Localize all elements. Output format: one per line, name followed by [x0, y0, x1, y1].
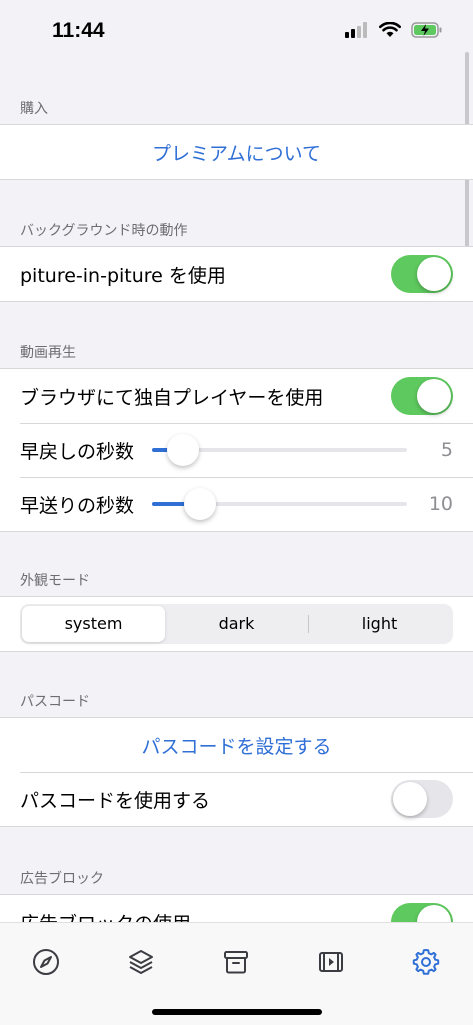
section-header-playback: 動画再生 [20, 345, 76, 361]
purchase-group: プレミアムについて [0, 124, 473, 180]
home-indicator[interactable] [152, 1009, 322, 1015]
section-header-background: バックグラウンド時の動作 [20, 223, 188, 239]
section-header-purchase: 購入 [20, 101, 48, 117]
custom-player-toggle[interactable] [391, 377, 453, 415]
use-passcode-row: パスコードを使用する [0, 772, 473, 826]
custom-player-label: ブラウザにて独自プレイヤーを使用 [20, 386, 324, 409]
background-group: piture-in-piture を使用 [0, 246, 473, 302]
use-passcode-toggle[interactable] [391, 780, 453, 818]
section-header-appearance: 外観モード [20, 573, 90, 589]
compass-icon [33, 949, 59, 975]
pip-toggle[interactable] [391, 255, 453, 293]
forward-row: 早送りの秒数 10 [0, 477, 473, 531]
use-passcode-label: パスコードを使用する [20, 789, 211, 812]
status-icons [345, 22, 443, 38]
archive-icon [224, 951, 248, 974]
rewind-value: 5 [440, 439, 453, 461]
tab-settings[interactable] [411, 947, 441, 977]
video-icon [319, 952, 343, 972]
forward-slider[interactable] [152, 488, 407, 520]
custom-player-row: ブラウザにて独自プレイヤーを使用 [0, 369, 473, 423]
set-passcode-row[interactable]: パスコードを設定する [0, 718, 473, 772]
rewind-row: 早戻しの秒数 5 [0, 423, 473, 477]
cellular-signal-icon [345, 22, 367, 38]
forward-slider-thumb[interactable] [184, 488, 217, 520]
settings-list: 購入 プレミアムについて バックグラウンド時の動作 piture-in-pitu… [0, 62, 473, 922]
adblock-label: 広告ブロックの使用 [20, 909, 391, 923]
forward-value: 10 [428, 493, 453, 515]
rewind-slider[interactable] [152, 434, 407, 466]
tab-layers[interactable] [126, 947, 156, 977]
wifi-icon [379, 22, 401, 37]
segment-light[interactable]: light [308, 606, 451, 642]
segment-system[interactable]: system [22, 606, 165, 642]
rewind-label: 早戻しの秒数 [20, 440, 135, 463]
tab-videos[interactable] [316, 947, 346, 977]
gear-icon [412, 949, 440, 975]
premium-row[interactable]: プレミアムについて [0, 125, 473, 179]
layers-icon [129, 950, 153, 974]
battery-charging-icon [411, 22, 442, 38]
adblock-group: 広告ブロックの使用 [0, 894, 473, 922]
section-header-passcode: パスコード [20, 694, 90, 710]
pip-label: piture-in-piture を使用 [20, 264, 226, 287]
section-header-adblock: 広告ブロック [20, 871, 104, 887]
tab-archive[interactable] [221, 947, 251, 977]
adblock-toggle[interactable] [391, 903, 453, 922]
rewind-slider-thumb[interactable] [166, 434, 199, 466]
appearance-segmented-control: system dark light [20, 604, 453, 644]
premium-link[interactable]: プレミアムについて [20, 139, 453, 166]
pip-row: piture-in-piture を使用 [0, 247, 473, 301]
adblock-row: 広告ブロックの使用 [0, 895, 473, 922]
tab-browser[interactable] [31, 947, 61, 977]
status-time: 11:44 [52, 19, 105, 42]
appearance-group: system dark light [0, 596, 473, 652]
set-passcode-link[interactable]: パスコードを設定する [20, 732, 453, 759]
playback-group: ブラウザにて独自プレイヤーを使用 早戻しの秒数 5 早送りの秒数 10 [0, 368, 473, 532]
segment-dark[interactable]: dark [165, 606, 308, 642]
tab-bar [0, 922, 473, 1025]
forward-label: 早送りの秒数 [20, 494, 135, 517]
status-bar: 11:44 [0, 0, 473, 62]
passcode-group: パスコードを設定する パスコードを使用する [0, 717, 473, 827]
